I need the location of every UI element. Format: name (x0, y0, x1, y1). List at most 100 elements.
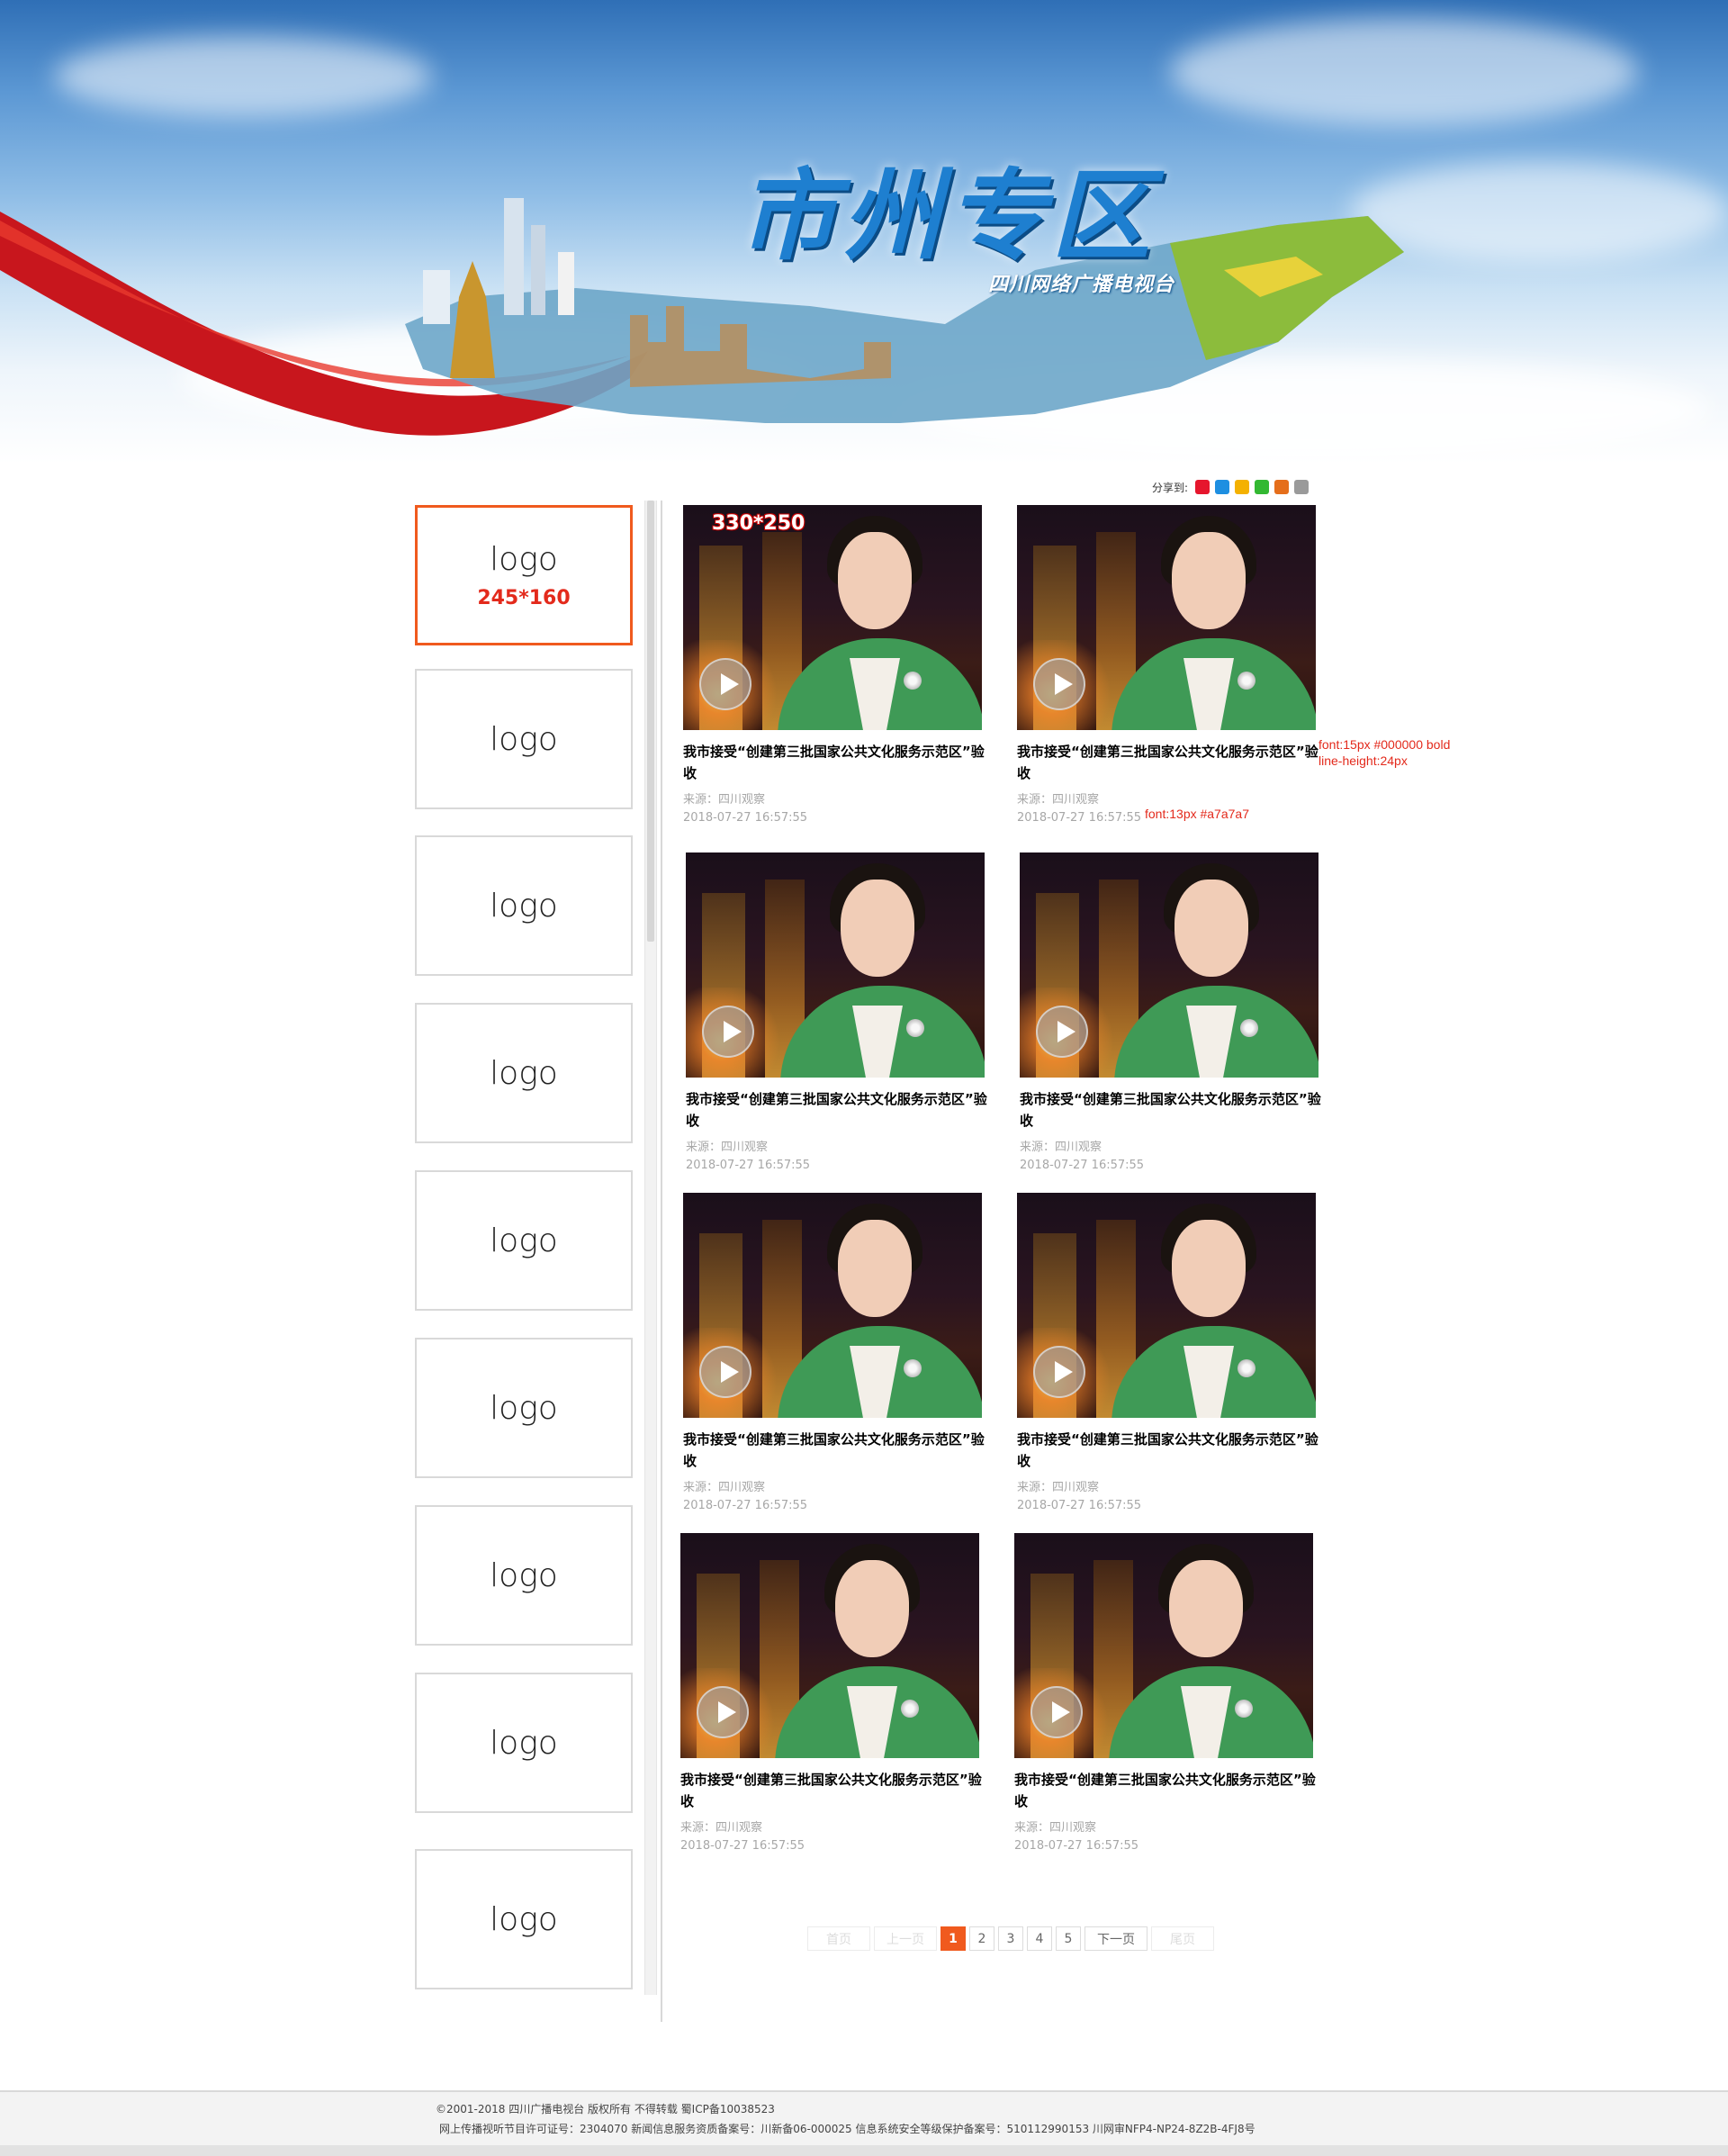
next-page-button[interactable]: 下一页 (1084, 1926, 1148, 1951)
play-icon[interactable] (1033, 658, 1085, 710)
green-fields (1170, 216, 1404, 360)
video-card[interactable]: 我市接受“创建第三批国家公共文化服务示范区”验收 来源：四川观察 2018-07… (683, 1193, 989, 1515)
video-title[interactable]: 我市接受“创建第三批国家公共文化服务示范区”验收 (1014, 1769, 1320, 1812)
logo-placeholder: logo (490, 1556, 558, 1594)
video-source: 来源：四川观察 (1017, 1481, 1100, 1494)
video-source: 来源：四川观察 (680, 1821, 763, 1835)
tower (504, 198, 524, 315)
banner-title: 市州专区 (738, 158, 1156, 274)
wechat-icon[interactable] (1255, 480, 1270, 494)
thumb-size-label: 330*250 (712, 512, 806, 535)
video-title[interactable]: 我市接受“创建第三批国家公共文化服务示范区”验收 (683, 741, 989, 784)
video-thumbnail[interactable] (683, 1193, 982, 1418)
play-icon[interactable] (699, 1346, 752, 1398)
video-meta: 来源：四川观察 2018-07-27 16:57:55 (686, 1139, 992, 1175)
qq-icon[interactable] (1215, 480, 1230, 494)
first-page-button[interactable]: 首页 (807, 1926, 870, 1951)
city-logo-item[interactable]: logo (415, 1505, 633, 1646)
divider (661, 501, 662, 2022)
video-date: 2018-07-27 16:57:55 (683, 1499, 808, 1512)
video-card[interactable]: 我市接受“创建第三批国家公共文化服务示范区”验收 来源：四川观察 2018-07… (680, 1533, 986, 1855)
logo-placeholder: logo (490, 1389, 558, 1427)
play-icon[interactable] (702, 1006, 754, 1058)
video-date: 2018-07-27 16:57:55 (686, 1159, 811, 1172)
video-card[interactable]: 我市接受“创建第三批国家公共文化服务示范区”验收 来源：四川观察 2018-07… (686, 852, 992, 1175)
video-source: 来源：四川观察 (683, 1481, 766, 1494)
page-number-button[interactable]: 5 (1056, 1926, 1081, 1951)
video-thumbnail[interactable] (1017, 505, 1316, 730)
video-card[interactable]: 330*250 我市接受“创建第三批国家公共文化服务示范区”验收 来源：四川观察… (683, 505, 989, 827)
video-meta: 来源：四川观察 2018-07-27 16:57:55 (683, 791, 989, 827)
page-number-button[interactable]: 1 (940, 1926, 966, 1951)
video-thumbnail[interactable] (1014, 1533, 1313, 1758)
footer-bottom-bar (0, 2145, 1728, 2156)
city-logo-item[interactable]: logo (415, 835, 633, 976)
video-meta: 来源：四川观察 2018-07-27 16:57:55 (680, 1819, 986, 1855)
pagination: 首页 上一页 1 2 3 4 5 下一页 尾页 (807, 1926, 1214, 1951)
footer-license: 网上传播视听节目许可证号：2304070 新闻信息服务资质备案号：川新备06-0… (439, 2123, 1256, 2135)
play-icon[interactable] (1036, 1006, 1088, 1058)
city-logo-item[interactable]: logo (415, 1003, 633, 1143)
video-title[interactable]: 我市接受“创建第三批国家公共文化服务示范区”验收 (686, 1088, 992, 1132)
page-number-button[interactable]: 2 (969, 1926, 994, 1951)
video-card[interactable]: 我市接受“创建第三批国家公共文化服务示范区”验收 来源：四川观察 2018-07… (1017, 1193, 1323, 1515)
title-spec-line-2: line-height:24px (1318, 753, 1408, 768)
prev-page-button[interactable]: 上一页 (874, 1926, 937, 1951)
video-title[interactable]: 我市接受“创建第三批国家公共文化服务示范区”验收 (1017, 1429, 1323, 1472)
last-page-button[interactable]: 尾页 (1151, 1926, 1214, 1951)
logo-placeholder: logo (490, 1222, 558, 1259)
banner: 市州专区 四川网络广播电视台 (0, 0, 1728, 464)
logo-size-label: 245*160 (477, 587, 571, 609)
video-thumbnail[interactable] (1020, 852, 1318, 1078)
play-icon[interactable] (697, 1686, 749, 1738)
sidebar-scrollbar[interactable] (644, 501, 657, 1995)
video-date: 2018-07-27 16:57:55 (1020, 1159, 1145, 1172)
logo-placeholder: logo (490, 1900, 558, 1938)
video-thumbnail[interactable]: 330*250 (683, 505, 982, 730)
scrollbar-thumb[interactable] (647, 501, 654, 942)
video-thumbnail[interactable] (686, 852, 985, 1078)
city-logo-item[interactable]: logo (415, 1673, 633, 1813)
play-icon[interactable] (1033, 1346, 1085, 1398)
page-number-button[interactable]: 3 (998, 1926, 1023, 1951)
more-share-icon[interactable] (1294, 480, 1310, 494)
video-card[interactable]: 我市接受“创建第三批国家公共文化服务示范区”验收 来源：四川观察 2018-07… (1014, 1533, 1320, 1855)
play-icon[interactable] (699, 658, 752, 710)
city-logo-item[interactable]: logo 245*160 (415, 505, 633, 645)
logo-placeholder: logo (490, 1724, 558, 1762)
video-date: 2018-07-27 16:57:55 (683, 811, 808, 825)
share-label: 分享到: (1152, 481, 1189, 494)
logo-placeholder: logo (490, 720, 558, 758)
video-meta: 来源：四川观察 2018-07-27 16:57:55 (1014, 1819, 1320, 1855)
title-spec-annotation: font:15px #000000 bold line-height:24px (1318, 736, 1450, 769)
qzone-icon[interactable] (1235, 480, 1250, 494)
weibo-icon[interactable] (1195, 480, 1210, 494)
banner-subtitle: 四川网络广播电视台 (988, 274, 1175, 296)
city-logo-item[interactable]: logo (415, 1338, 633, 1478)
video-source: 来源：四川观察 (683, 793, 766, 807)
video-thumbnail[interactable] (1017, 1193, 1316, 1418)
video-title[interactable]: 我市接受“创建第三批国家公共文化服务示范区”验收 (1020, 1088, 1326, 1132)
video-card[interactable]: 我市接受“创建第三批国家公共文化服务示范区”验收 来源：四川观察 2018-07… (1017, 505, 1323, 827)
video-meta: 来源：四川观察 2018-07-27 16:57:55 (1020, 1139, 1326, 1175)
video-meta: 来源：四川观察 2018-07-27 16:57:55 (1017, 1479, 1323, 1515)
video-source: 来源：四川观察 (686, 1141, 769, 1154)
video-title[interactable]: 我市接受“创建第三批国家公共文化服务示范区”验收 (680, 1769, 986, 1812)
video-date: 2018-07-27 16:57:55 (1017, 1499, 1142, 1512)
video-card[interactable]: 我市接受“创建第三批国家公共文化服务示范区”验收 来源：四川观察 2018-07… (1020, 852, 1326, 1175)
video-date: 2018-07-27 16:57:55 (1014, 1839, 1139, 1853)
play-icon[interactable] (1030, 1686, 1083, 1738)
video-source: 来源：四川观察 (1014, 1821, 1097, 1835)
page-number-button[interactable]: 4 (1027, 1926, 1052, 1951)
city-logo-item[interactable]: logo (415, 1170, 633, 1311)
meta-spec-annotation: font:13px #a7a7a7 (1145, 807, 1249, 821)
city-logo-item[interactable]: logo (415, 1849, 633, 1989)
golden-statue (450, 261, 495, 378)
title-spec-line-1: font:15px #000000 bold (1318, 737, 1451, 752)
video-title[interactable]: 我市接受“创建第三批国家公共文化服务示范区”验收 (683, 1429, 989, 1472)
video-title[interactable]: 我市接受“创建第三批国家公共文化服务示范区”验收 (1017, 741, 1323, 784)
city-logo-item[interactable]: logo (415, 669, 633, 809)
video-thumbnail[interactable] (680, 1533, 979, 1758)
video-source: 来源：四川观察 (1020, 1141, 1102, 1154)
renren-icon[interactable] (1274, 480, 1290, 494)
